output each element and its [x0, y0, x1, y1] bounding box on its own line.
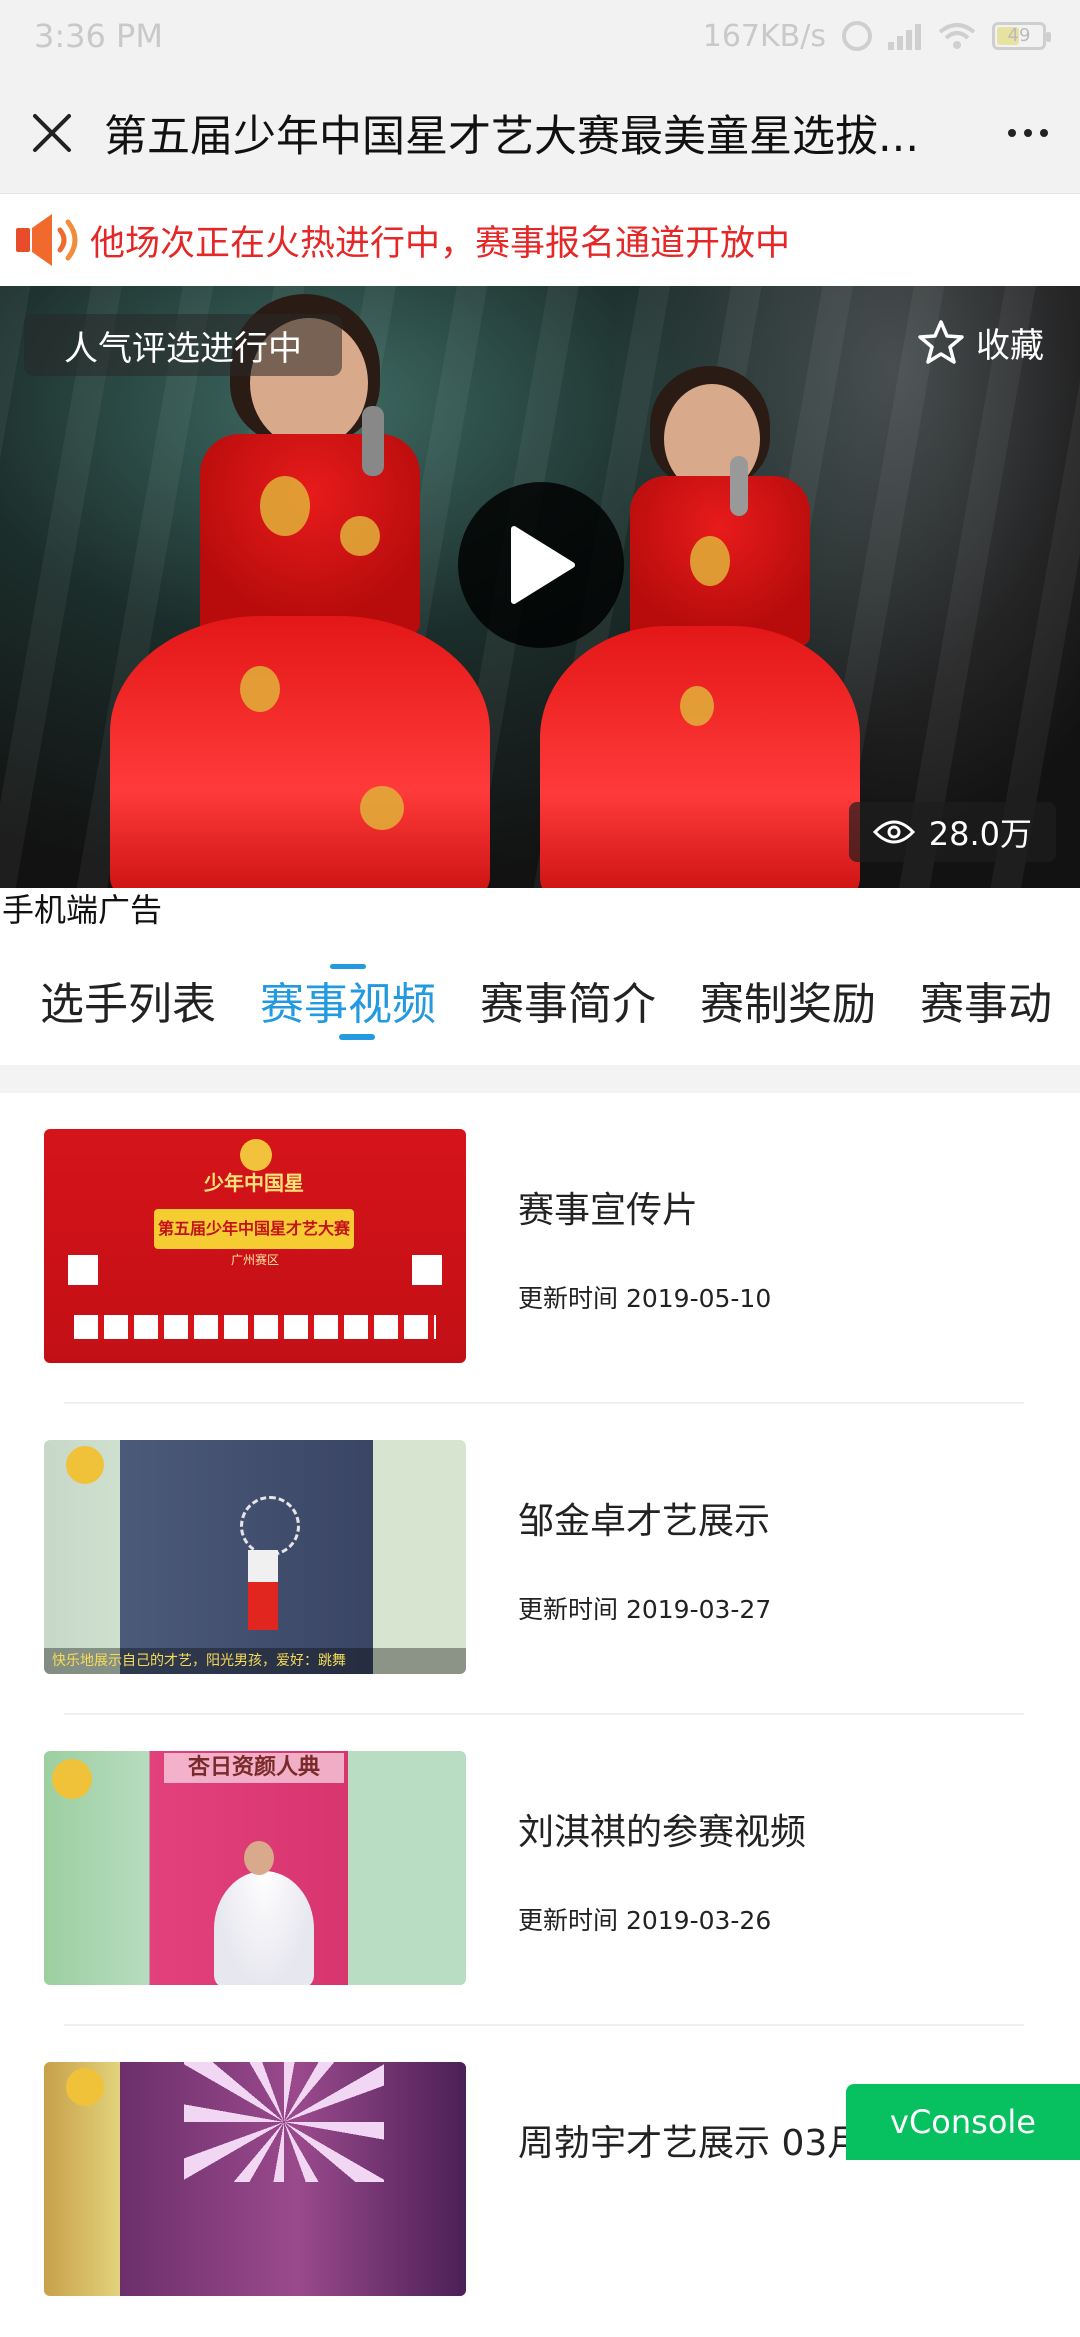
- status-right: 167KB/s 49: [703, 19, 1046, 54]
- stage-lights: [184, 2062, 384, 2182]
- logo-badge-icon: [66, 2068, 104, 2106]
- tab-event-videos[interactable]: 赛事视频: [260, 935, 436, 1065]
- qr-code-icon: [412, 1255, 442, 1285]
- star-icon: [918, 319, 964, 365]
- alarm-icon: [842, 21, 872, 51]
- net-speed: 167KB/s: [703, 19, 826, 54]
- video-thumbnail: 少年中国星 第五届少年中国星才艺大赛 广州赛区: [44, 1129, 466, 1363]
- signal-icon: [888, 22, 922, 50]
- list-item[interactable]: 少年中国星 第五届少年中国星才艺大赛 广州赛区 赛事宣传片 更新时间 2019-…: [0, 1093, 1080, 1404]
- section-gap: [0, 1065, 1080, 1093]
- vconsole-button[interactable]: vConsole: [846, 2084, 1080, 2160]
- more-dots-icon: [1008, 129, 1016, 137]
- video-thumbnail: [44, 2062, 466, 2296]
- list-item[interactable]: 杏日资颜人典 刘淇祺的参赛视频 更新时间 2019-03-26: [0, 1715, 1080, 2026]
- logo-badge-icon: [52, 1759, 92, 1799]
- close-button[interactable]: [0, 72, 104, 194]
- thumb-title: 第五届少年中国星才艺大赛: [154, 1209, 354, 1249]
- status-bar: 3:36 PM 167KB/s 49: [0, 0, 1080, 72]
- tab-player-list[interactable]: 选手列表: [40, 935, 216, 1065]
- page-title: 第五届少年中国星才艺大赛最美童星选拔...: [104, 102, 976, 164]
- title-bar: 第五届少年中国星才艺大赛最美童星选拔...: [0, 72, 1080, 194]
- active-tab-indicator: [339, 1034, 375, 1040]
- ad-label: 手机端广告: [2, 888, 162, 932]
- notice-bar[interactable]: 他场次正在火热进行中，赛事报名通道开放中: [0, 194, 1080, 286]
- logo-badge-icon: [66, 1446, 104, 1484]
- video-player[interactable]: 人气评选进行中 收藏 28.0万: [0, 286, 1080, 888]
- battery-icon: 49: [992, 22, 1046, 50]
- view-count: 28.0万: [849, 802, 1056, 862]
- thumb-banner: 杏日资颜人典: [164, 1753, 344, 1783]
- status-time: 3:36 PM: [34, 17, 163, 55]
- collect-button[interactable]: 收藏: [904, 306, 1058, 378]
- collect-label: 收藏: [976, 318, 1044, 367]
- video-title: 刘淇祺的参赛视频: [518, 1803, 806, 1855]
- video-date: 更新时间 2019-05-10: [518, 1279, 771, 1315]
- tab-event-intro[interactable]: 赛事简介: [480, 935, 656, 1065]
- performer: [214, 1871, 314, 1985]
- more-button[interactable]: [976, 72, 1080, 194]
- play-button[interactable]: [458, 482, 624, 648]
- play-icon: [506, 525, 576, 605]
- wifi-icon: [938, 22, 976, 50]
- video-date: 更新时间 2019-03-27: [518, 1590, 771, 1626]
- thumb-subtitle: 广州赛区: [44, 1251, 466, 1268]
- tab-bar: 选手列表 赛事视频 赛事简介 赛制奖励 赛事动: [0, 935, 1080, 1065]
- tab-rules-rewards[interactable]: 赛制奖励: [700, 935, 876, 1065]
- thumb-caption: 快乐地展示自己的才艺，阳光男孩，爱好：跳舞: [44, 1648, 466, 1674]
- view-count-value: 28.0万: [929, 809, 1032, 855]
- notice-text: 他场次正在火热进行中，赛事报名通道开放中: [90, 215, 790, 266]
- video-thumbnail: 杏日资颜人典: [44, 1751, 466, 1985]
- tab-event-news[interactable]: 赛事动: [920, 935, 1052, 1065]
- sponsor-strip: [74, 1315, 436, 1339]
- video-title: 赛事宣传片: [518, 1181, 698, 1233]
- list-item[interactable]: 快乐地展示自己的才艺，阳光男孩，爱好：跳舞 邹金卓才艺展示 更新时间 2019-…: [0, 1404, 1080, 1715]
- popularity-badge: 人气评选进行中: [24, 314, 342, 376]
- performer-left: [90, 286, 490, 888]
- list-item[interactable]: 周勃宇才艺展示 03月: [0, 2026, 1080, 2337]
- logo-badge-icon: [240, 1139, 272, 1171]
- speaker-icon: [14, 210, 84, 270]
- close-icon: [32, 113, 72, 153]
- eye-icon: [873, 818, 915, 846]
- video-date: 更新时间 2019-03-26: [518, 1901, 771, 1937]
- decor-fan: [240, 1496, 300, 1556]
- video-title: 邹金卓才艺展示: [518, 1492, 770, 1544]
- qr-code-icon: [68, 1255, 98, 1285]
- video-title: 周勃宇才艺展示 03月: [518, 2114, 863, 2166]
- video-thumbnail: 快乐地展示自己的才艺，阳光男孩，爱好：跳舞: [44, 1440, 466, 1674]
- performer: [248, 1550, 278, 1630]
